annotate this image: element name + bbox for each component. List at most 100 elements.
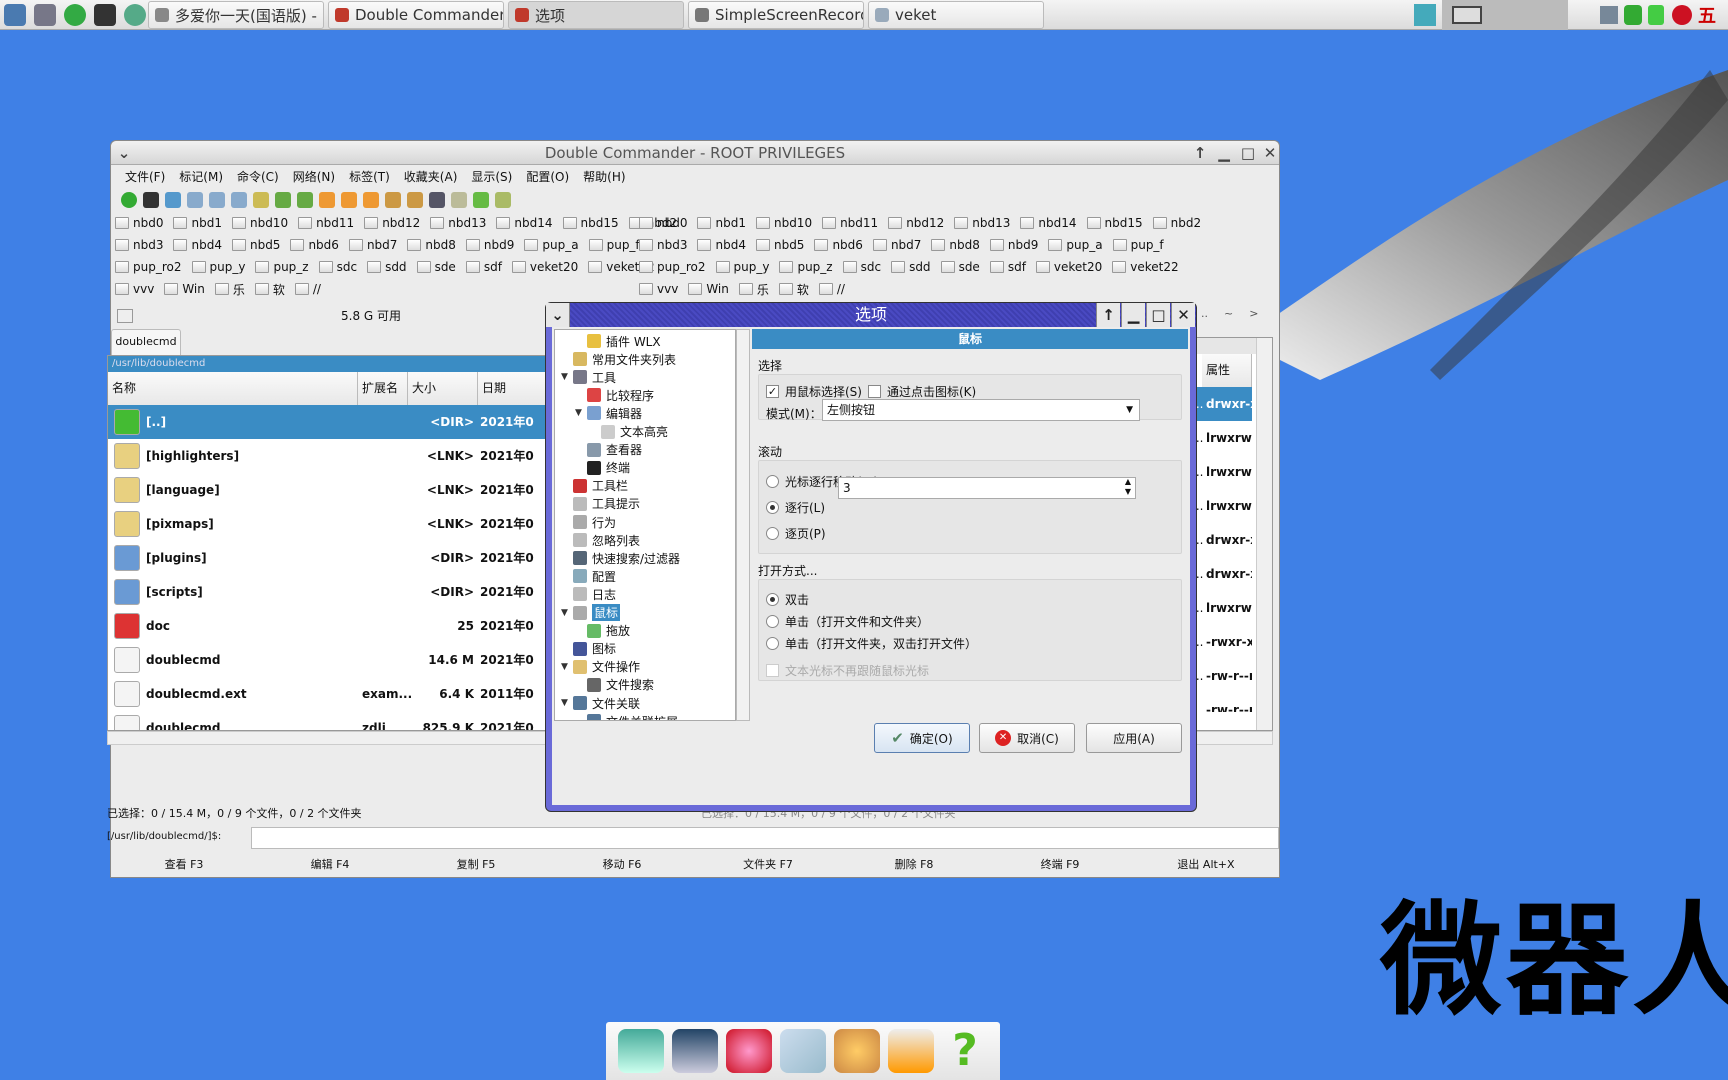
drive-button[interactable]: sdc: [318, 257, 357, 277]
window-menu-chevron-icon[interactable]: ⌄: [115, 144, 133, 162]
menu-item[interactable]: 标签(T): [349, 168, 390, 185]
mode-select[interactable]: 左侧按钮 ▼: [822, 399, 1140, 421]
column-attr[interactable]: 属性: [1202, 354, 1252, 387]
sync-dirs-icon[interactable]: [253, 192, 269, 208]
drive-button[interactable]: pup_a: [524, 235, 579, 255]
apply-button[interactable]: 应用(A): [1086, 723, 1182, 753]
drive-button[interactable]: nbd0: [639, 213, 687, 233]
command-line-input[interactable]: [251, 827, 1279, 849]
taskbar-task[interactable]: SimpleScreenRecorder: [688, 1, 864, 29]
tree-item[interactable]: 图标: [573, 640, 616, 658]
browser-icon[interactable]: [726, 1029, 772, 1073]
close-button[interactable]: ✕: [1261, 144, 1279, 162]
tree-item[interactable]: 工具栏: [573, 477, 628, 495]
menu-item[interactable]: 帮助(H): [583, 168, 625, 185]
home-dir-button[interactable]: ~: [1224, 307, 1233, 320]
tree-item[interactable]: 常用文件夹列表: [573, 350, 676, 368]
drive-button[interactable]: sdf: [989, 257, 1026, 277]
expand-arrow-icon[interactable]: ▼: [561, 372, 568, 382]
expand-arrow-icon[interactable]: ▼: [561, 662, 568, 672]
tree-scrollbar[interactable]: [736, 329, 750, 721]
drive-button[interactable]: nbd12: [888, 213, 944, 233]
drive-button[interactable]: nbd10: [755, 213, 812, 233]
maximize-button[interactable]: □: [1239, 144, 1257, 162]
keep-above-button[interactable]: ↑: [1096, 303, 1120, 327]
display-icon[interactable]: [1600, 6, 1618, 24]
parent-dir-button[interactable]: ..: [1201, 307, 1208, 320]
drive-button[interactable]: nbd12: [364, 213, 420, 233]
drive-button[interactable]: veket22: [1112, 257, 1179, 277]
tree-item[interactable]: 日志: [573, 585, 616, 603]
drive-button[interactable]: 乐: [214, 279, 245, 299]
function-key-button[interactable]: 查看 F3: [111, 855, 257, 875]
search-icon[interactable]: [429, 192, 445, 208]
function-key-button[interactable]: 复制 F5: [403, 855, 549, 875]
help-icon[interactable]: ?: [942, 1029, 988, 1073]
drive-button[interactable]: nbd3: [639, 235, 687, 255]
copy-right-icon[interactable]: [297, 192, 313, 208]
drive-button[interactable]: vvv: [115, 279, 154, 299]
drive-button[interactable]: sde: [940, 257, 980, 277]
browser-icon[interactable]: [124, 4, 146, 26]
function-key-button[interactable]: 移动 F6: [549, 855, 695, 875]
select-by-icon-checkbox[interactable]: 通过点击图标(K): [868, 383, 976, 400]
minimize-button[interactable]: ▁: [1215, 144, 1233, 162]
drive-button[interactable]: nbd1: [697, 213, 746, 233]
tree-item[interactable]: 文件关联: [573, 694, 640, 712]
tree-item[interactable]: 编辑器: [587, 404, 642, 422]
cancel-button[interactable]: ✕ 取消(C): [979, 723, 1075, 753]
function-key-button[interactable]: 编辑 F4: [257, 855, 403, 875]
tree-item[interactable]: 文件搜索: [587, 676, 654, 694]
drive-button[interactable]: nbd7: [348, 235, 397, 255]
column-name[interactable]: 名称: [108, 372, 358, 405]
drive-button[interactable]: veket20: [1035, 257, 1102, 277]
pack-icon[interactable]: [385, 192, 401, 208]
drive-button[interactable]: sdf: [465, 257, 502, 277]
drive-button[interactable]: nbd9: [989, 235, 1038, 255]
drive-button[interactable]: pup_y: [715, 257, 769, 277]
drive-button[interactable]: nbd7: [872, 235, 921, 255]
expand-arrow-icon[interactable]: ▼: [561, 698, 568, 708]
menu-item[interactable]: 网络(N): [293, 168, 335, 185]
vertical-scrollbar[interactable]: [1256, 338, 1272, 730]
copy-left-icon[interactable]: [275, 192, 291, 208]
maximize-button[interactable]: □: [1146, 303, 1170, 327]
drive-button[interactable]: nbd0: [115, 213, 163, 233]
drive-button[interactable]: 软: [778, 279, 809, 299]
drive-button[interactable]: 乐: [738, 279, 769, 299]
tree-item[interactable]: 鼠标: [573, 604, 621, 622]
record-icon[interactable]: [1672, 5, 1692, 25]
scroll-radio[interactable]: 逐页(P): [766, 525, 826, 542]
ok-button[interactable]: ✔ 确定(O): [874, 723, 970, 753]
drive-button[interactable]: sdc: [842, 257, 881, 277]
drive-button[interactable]: pup_a: [1048, 235, 1103, 255]
drive-button[interactable]: //: [818, 279, 845, 299]
tree-item[interactable]: 忽略列表: [573, 531, 640, 549]
drive-button[interactable]: nbd11: [298, 213, 354, 233]
drive-button[interactable]: nbd11: [822, 213, 878, 233]
menu-item[interactable]: 配置(O): [526, 168, 569, 185]
drive-button[interactable]: veket20: [511, 257, 578, 277]
tree-item[interactable]: 文件操作: [573, 658, 640, 676]
drive-button[interactable]: nbd13: [430, 213, 486, 233]
drive-button[interactable]: pup_z: [779, 257, 833, 277]
drive-button[interactable]: nbd9: [465, 235, 514, 255]
drive-button[interactable]: 软: [254, 279, 285, 299]
tree-item[interactable]: 文本高亮: [601, 423, 668, 441]
computer-icon[interactable]: [672, 1029, 718, 1073]
drive-button[interactable]: vvv: [639, 279, 678, 299]
drive-button[interactable]: //: [294, 279, 321, 299]
drive-button[interactable]: nbd15: [1086, 213, 1143, 233]
scroll-radio[interactable]: 逐行(L): [766, 499, 825, 516]
drive-button[interactable]: nbd6: [290, 235, 339, 255]
menu-item[interactable]: 文件(F): [125, 168, 165, 185]
history-button[interactable]: >: [1249, 307, 1258, 320]
drive-button[interactable]: nbd15: [562, 213, 619, 233]
tree-item[interactable]: 拖放: [587, 622, 630, 640]
clipboard-icon[interactable]: [495, 192, 511, 208]
drive-button[interactable]: pup_y: [191, 257, 245, 277]
tree-item[interactable]: 工具: [573, 368, 616, 386]
menu-item[interactable]: 收藏夹(A): [404, 168, 458, 185]
lines-spinbox[interactable]: 3 ▲ ▼: [838, 477, 1136, 499]
drive-button[interactable]: sdd: [891, 257, 931, 277]
